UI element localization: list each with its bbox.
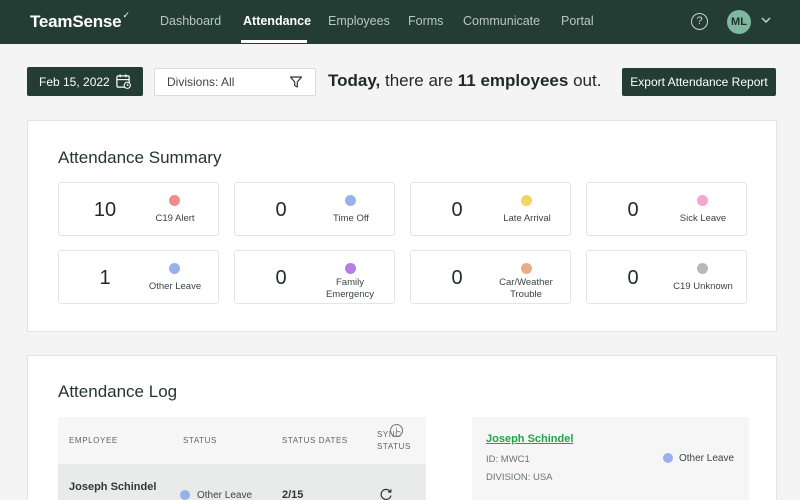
summary-card-other-leave[interactable]: 1 Other Leave	[58, 250, 219, 304]
summary-card-label: C19 Unknown	[673, 281, 733, 292]
row-status-dates: 2/15	[282, 489, 304, 500]
summary-card-label: Sick Leave	[679, 213, 727, 224]
status-dot	[169, 263, 180, 274]
today-text: there are	[380, 71, 458, 90]
detail-employee-id: ID: MWC1	[486, 454, 530, 465]
status-dot	[521, 195, 532, 206]
division-filter-value: Divisions: All	[167, 75, 235, 89]
status-dot	[180, 490, 190, 500]
summary-card-count: 0	[451, 267, 463, 289]
logo-check-icon: ✓	[122, 10, 130, 20]
logo-text: TeamSense	[30, 12, 122, 31]
summary-card-count: 0	[275, 267, 287, 289]
summary-card-family-emergency[interactable]: 0 Family Emergency	[234, 250, 395, 304]
status-dot	[521, 263, 532, 274]
detail-status: Other Leave	[679, 453, 735, 464]
detail-employee-division: DIVISION: USA	[486, 472, 553, 483]
summary-card-label: Time Off	[333, 213, 369, 224]
summary-card-car-weather-trouble[interactable]: 0 Car/Weather Trouble	[410, 250, 571, 304]
row-status: Other Leave	[197, 490, 253, 500]
active-tab-indicator	[241, 40, 307, 43]
summary-card-label: C19 Alert	[155, 213, 195, 224]
export-attendance-report-button[interactable]: Export Attendance Report	[622, 68, 776, 96]
nav-item-communicate[interactable]: Communicate	[463, 14, 540, 28]
attendance-summary-title: Attendance Summary	[58, 148, 222, 167]
nav-item-forms[interactable]: Forms	[408, 14, 443, 28]
info-icon[interactable]: i	[390, 424, 403, 437]
column-header-status-dates[interactable]: STATUS DATES	[282, 435, 348, 447]
column-header-employee[interactable]: EMPLOYEE	[69, 435, 118, 447]
status-dot	[663, 453, 673, 463]
calendar-icon	[116, 74, 131, 89]
summary-card-label: Car/Weather Trouble	[499, 277, 553, 300]
filter-icon	[289, 76, 303, 88]
summary-card-label: Family Emergency	[325, 277, 375, 300]
sync-header-line-2: STATUS	[377, 442, 411, 451]
employees-out-summary: Today, there are 11 employees out.	[328, 71, 601, 91]
summary-card-late-arrival[interactable]: 0 Late Arrival	[410, 182, 571, 236]
division-filter[interactable]: Divisions: All	[154, 68, 316, 96]
refresh-icon[interactable]	[379, 487, 393, 500]
nav-item-attendance[interactable]: Attendance	[243, 14, 311, 28]
row-employee-name: Joseph Schindel	[69, 481, 157, 493]
employees-out-count: 11 employees	[457, 71, 569, 90]
nav-item-dashboard[interactable]: Dashboard	[160, 14, 221, 28]
attendance-log-panel: Attendance Log EMPLOYEE STATUS STATUS DA…	[27, 355, 777, 500]
today-suffix: out.	[568, 71, 602, 90]
summary-card-c19-alert[interactable]: 10 C19 Alert	[58, 182, 219, 236]
selected-date: Feb 15, 2022	[39, 74, 110, 89]
nav-item-employees[interactable]: Employees	[328, 14, 390, 28]
today-label: Today,	[328, 71, 381, 90]
chevron-down-icon[interactable]	[760, 14, 772, 26]
status-dot	[345, 195, 356, 206]
summary-card-sick-leave[interactable]: 0 Sick Leave	[586, 182, 747, 236]
status-dot	[169, 195, 180, 206]
attendance-log-title: Attendance Log	[58, 382, 178, 401]
detail-employee-name-link[interactable]: Joseph Schindel	[486, 433, 573, 445]
teamsense-logo[interactable]: TeamSense ✓	[30, 10, 130, 32]
status-dot	[697, 195, 708, 206]
nav-item-portal[interactable]: Portal	[561, 14, 594, 28]
date-picker-button[interactable]: Feb 15, 2022	[27, 67, 143, 96]
question-circle-icon[interactable]: ?	[691, 13, 708, 30]
status-dot	[345, 263, 356, 274]
attendance-summary-panel: Attendance Summary 10 C19 Alert 0 Time O…	[27, 120, 777, 332]
top-nav-bar: TeamSense ✓ Dashboard Attendance Employee…	[0, 0, 800, 44]
column-header-status[interactable]: STATUS	[183, 435, 217, 447]
summary-card-label: Other Leave	[148, 281, 202, 292]
user-avatar[interactable]: ML	[727, 10, 751, 34]
summary-card-time-off[interactable]: 0 Time Off	[234, 182, 395, 236]
summary-card-c19-unknown[interactable]: 0 C19 Unknown	[586, 250, 747, 304]
status-dot	[697, 263, 708, 274]
summary-card-label: Late Arrival	[503, 213, 551, 224]
